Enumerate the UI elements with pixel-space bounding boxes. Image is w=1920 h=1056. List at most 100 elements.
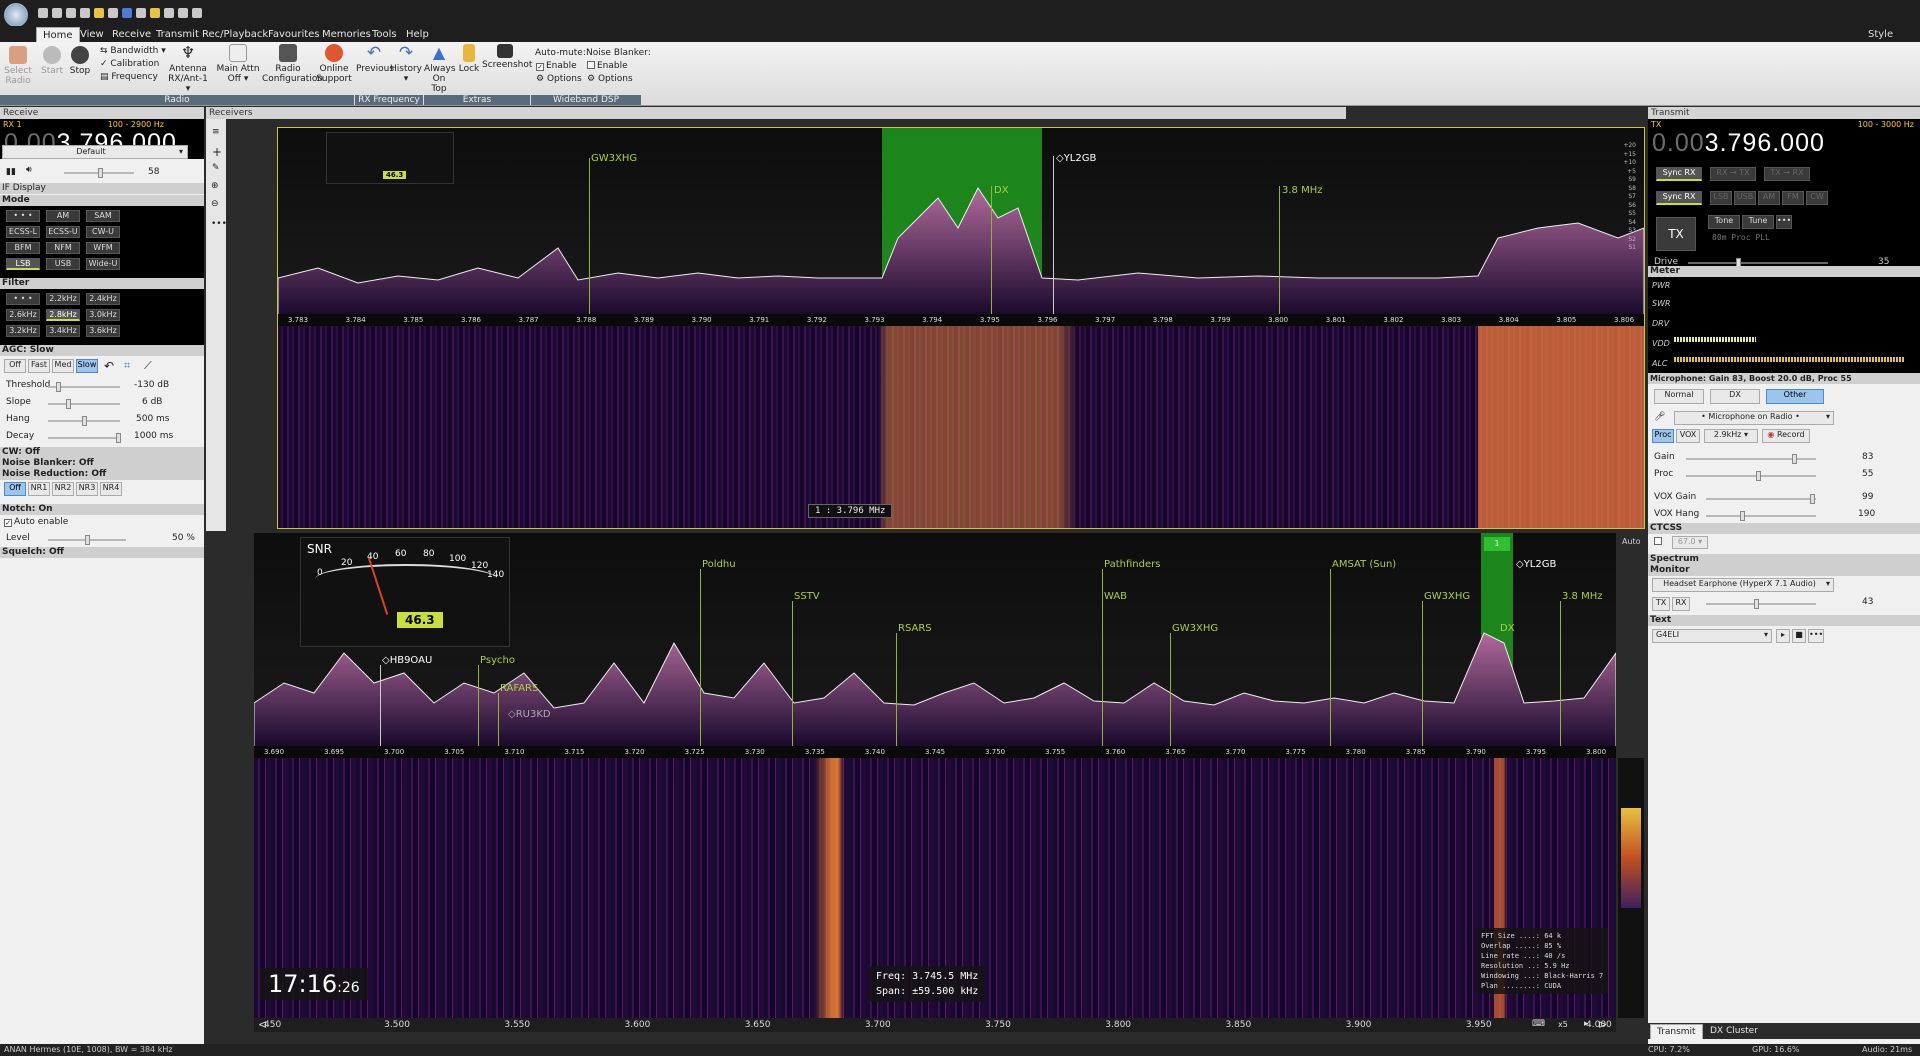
label-sstv[interactable]: SSTV <box>794 591 820 602</box>
sync-rx-button[interactable]: Sync RX <box>1656 167 1702 181</box>
home-icon[interactable] <box>38 8 48 18</box>
tone-button[interactable]: Tone <box>1708 215 1740 229</box>
tx-to-rx-button[interactable]: TX → RX <box>1764 167 1810 181</box>
vox-button[interactable]: VOX <box>1676 429 1700 443</box>
select-radio-button[interactable]: Select Radio <box>2 46 34 86</box>
tab-help[interactable]: Help <box>400 27 435 42</box>
filter-3.2k-button[interactable]: 3.2kHz <box>6 325 40 337</box>
label-ru3kd[interactable]: ◇RU3KD <box>508 709 551 720</box>
microphone-section[interactable]: Microphone: Gain 83, Boost 20.0 dB, Proc… <box>1648 373 1920 384</box>
style-menu[interactable]: Style <box>1862 27 1899 42</box>
tab-tools[interactable]: Tools <box>366 27 403 42</box>
mode-section[interactable]: Mode <box>0 195 204 206</box>
lsb-button[interactable]: LSB <box>1710 191 1732 205</box>
label-amsat[interactable]: AMSAT (Sun) <box>1332 559 1396 570</box>
more-icon[interactable]: ••• <box>211 219 227 229</box>
drive-slider[interactable] <box>1688 258 1828 268</box>
text-play-button[interactable]: ▸ <box>1776 629 1790 643</box>
label-poldhu[interactable]: Poldhu <box>702 559 736 570</box>
noise-blanker-options[interactable]: ⚙ Options <box>587 74 633 85</box>
frequency-button[interactable]: ▤ Frequency <box>100 72 158 83</box>
text-stop-button[interactable]: ■ <box>1792 629 1806 643</box>
receiver-1-waterfall[interactable]: 1 : 3.796 MHz <box>278 326 1644 528</box>
always-on-top-button[interactable]: ▲ Always On Top <box>424 44 456 95</box>
lock-button[interactable]: Lock <box>458 44 480 74</box>
start-button[interactable]: Start <box>40 46 64 76</box>
monitor-section[interactable]: Monitor <box>1648 565 1920 576</box>
label-3.8mhz[interactable]: 3.8 MHz <box>1282 185 1322 196</box>
tab-transmit-panel[interactable]: Transmit <box>1650 1024 1703 1039</box>
label-dx-2[interactable]: DX <box>1500 623 1515 634</box>
speaker-icon[interactable]: 🔊︎ <box>26 165 32 175</box>
vox-hang-slider[interactable] <box>1706 511 1816 521</box>
screenshot-button[interactable]: Screenshot <box>482 44 532 70</box>
stop-icon[interactable] <box>80 8 90 18</box>
star-icon[interactable] <box>94 8 104 18</box>
profile-select[interactable]: Default ▾ <box>2 145 188 159</box>
spectrum-section[interactable]: Spectrum <box>1648 554 1920 565</box>
ctcss-checkbox[interactable] <box>1654 537 1664 547</box>
mode-wfm-button[interactable]: WFM <box>86 242 120 254</box>
tune-button[interactable]: Tune <box>1742 215 1774 229</box>
label-gw3xhg-3[interactable]: GW3XHG <box>1424 591 1470 602</box>
text-section[interactable]: Text <box>1648 615 1920 626</box>
mode-ecss-l-button[interactable]: ECSS-L <box>6 226 40 238</box>
label-rafars[interactable]: RAFARS <box>500 683 538 694</box>
agc-graph-icon[interactable]: ⌗ <box>124 359 130 373</box>
proc-slider[interactable] <box>1686 471 1816 481</box>
agc-fast-button[interactable]: Fast <box>28 359 50 373</box>
waterfall-level-scale[interactable] <box>1618 758 1644 1018</box>
monitor-tx-button[interactable]: TX <box>1652 597 1670 611</box>
preset-other-button[interactable]: Other <box>1766 389 1824 404</box>
auto-mute-options[interactable]: ⚙ Options <box>536 74 582 85</box>
monitor-volume-slider[interactable] <box>1706 599 1816 609</box>
ctcss-section[interactable]: CTCSS <box>1648 523 1920 534</box>
list-icon[interactable] <box>136 8 146 18</box>
monitor-rx-button[interactable]: RX <box>1672 597 1690 611</box>
history-button[interactable]: ↷ History ▾ <box>388 44 424 84</box>
zoom-in-icon[interactable]: ⊕ <box>211 181 219 191</box>
filter-2.8k-button[interactable]: 2.8kHz <box>46 309 80 321</box>
receiver-1-spectrum[interactable]: 46.3 GW3XHG DX ◇YL2GB 3.8 MHz +20 +15 +10 +… <box>278 128 1644 314</box>
bandwidth-menu[interactable]: ⇆ Bandwidth ▾ <box>100 46 166 57</box>
nr4-button[interactable]: NR4 <box>100 482 122 496</box>
auto-scale-button[interactable]: Auto <box>1622 537 1641 546</box>
open-icon[interactable] <box>52 8 62 18</box>
tx-bandwidth-select[interactable]: 2.9kHz ▾ <box>1704 429 1758 443</box>
volume-slider[interactable] <box>64 168 134 178</box>
preset-normal-button[interactable]: Normal <box>1654 389 1704 404</box>
label-rsars[interactable]: RSARS <box>898 623 932 634</box>
mode-wide-u-button[interactable]: Wide-U <box>86 258 120 270</box>
monitor-device-select[interactable]: Headset Earphone (HyperX 7.1 Audio) ▾ <box>1652 578 1834 592</box>
zoom-out-icon[interactable]: ⊖ <box>211 199 219 209</box>
proc-button[interactable]: Proc <box>1652 429 1674 443</box>
zoom-level[interactable]: x5 <box>1558 1020 1568 1029</box>
scroll-right-icon[interactable]: ▸ <box>1584 1019 1589 1029</box>
settings-icon[interactable] <box>108 8 118 18</box>
ctcss-tone-select[interactable]: 67.0 ▾ <box>1672 536 1708 549</box>
label-dx[interactable]: DX <box>994 185 1009 196</box>
threshold-slider[interactable] <box>48 382 120 392</box>
label-hb9oau[interactable]: ◇HB9OAU <box>382 655 432 666</box>
nr-off-button[interactable]: Off <box>4 482 26 496</box>
radio-configuration-button[interactable]: Radio Configuration <box>262 44 323 84</box>
play-icon[interactable] <box>66 8 76 18</box>
decay-slider[interactable] <box>48 433 121 443</box>
filter-2.6k-button[interactable]: 2.6kHz <box>6 309 40 321</box>
main-attn-button[interactable]: Main Attn Off ▾ <box>216 44 260 84</box>
sync-rx-mode-button[interactable]: Sync RX <box>1656 191 1702 205</box>
mode-usb-button[interactable]: USB <box>46 258 80 270</box>
nr2-button[interactable]: NR2 <box>52 482 74 496</box>
tab-view[interactable]: View <box>74 27 110 42</box>
filter-2.2k-button[interactable]: 2.2kHz <box>46 293 80 305</box>
label-gw3xhg-2[interactable]: GW3XHG <box>1172 623 1218 634</box>
if-display-section[interactable]: IF Display <box>0 183 204 194</box>
meter-section[interactable]: Meter <box>1648 266 1920 277</box>
label-yl2gb[interactable]: ◇YL2GB <box>1056 153 1096 164</box>
cw-button[interactable]: CW <box>1806 191 1828 205</box>
agc-off-button[interactable]: Off <box>4 359 26 373</box>
mode-more-button[interactable]: • • • <box>6 210 40 222</box>
undo-icon[interactable] <box>122 8 132 18</box>
label-wab[interactable]: WAB <box>1104 591 1127 602</box>
app-logo-icon[interactable] <box>4 3 28 27</box>
